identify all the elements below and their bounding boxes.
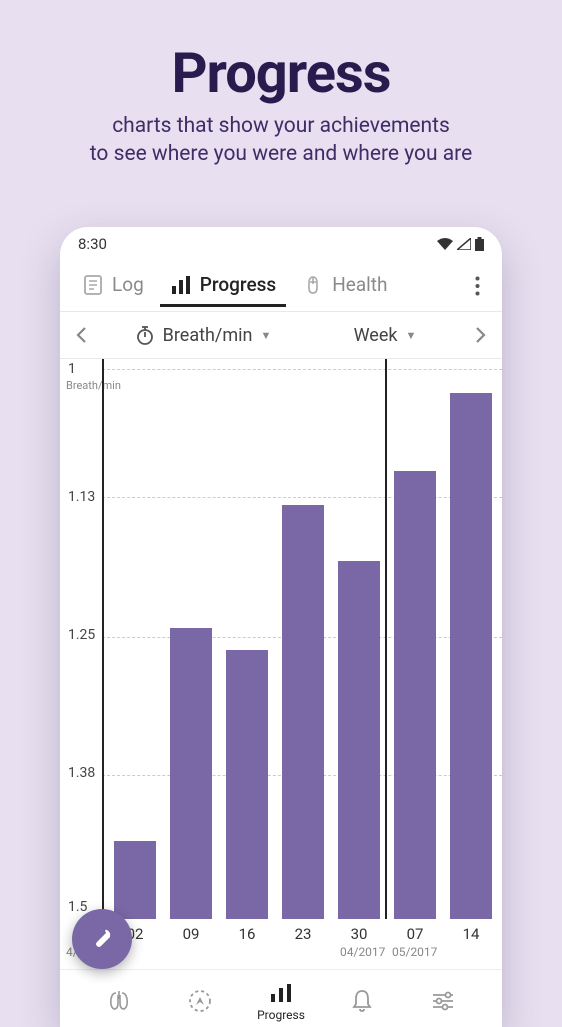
- tab-progress[interactable]: Progress: [160, 265, 286, 307]
- fab-button[interactable]: [72, 909, 132, 969]
- bar-chart-icon: [170, 274, 192, 296]
- nav-compass[interactable]: [159, 988, 240, 1014]
- status-time: 8:30: [78, 235, 107, 253]
- tab-health[interactable]: Health: [292, 265, 397, 307]
- chevron-left-icon: [75, 326, 87, 344]
- status-bar: 8:30: [60, 227, 502, 257]
- chart-area: 1 Breath/min 1.13 1.25 1.38 1.5: [60, 359, 502, 919]
- bar: [282, 505, 324, 919]
- hero-title: Progress: [0, 40, 562, 106]
- next-button[interactable]: [466, 320, 496, 350]
- nav-notifications[interactable]: [322, 988, 403, 1014]
- x-tick: 07: [394, 919, 436, 943]
- month-label: 04/2017: [340, 945, 385, 959]
- more-vert-icon: [475, 276, 480, 296]
- period-dropdown[interactable]: Week ▼: [310, 321, 460, 350]
- lungs-icon: [106, 988, 132, 1014]
- top-tabs: Log Progress Health: [60, 257, 502, 307]
- bar: [226, 650, 268, 919]
- chart-bars: [114, 359, 492, 919]
- y-axis-label: Breath/min: [66, 379, 121, 392]
- wifi-icon: [437, 238, 453, 250]
- period-label: Week: [354, 325, 398, 346]
- nav-progress[interactable]: Progress: [240, 980, 321, 1022]
- x-tick: 09: [170, 919, 212, 943]
- hero-subtitle: charts that show your achievements to se…: [0, 112, 562, 169]
- more-menu-button[interactable]: [465, 270, 490, 302]
- battery-icon: [475, 237, 484, 251]
- bar: [450, 393, 492, 919]
- y-tick: 1.5: [68, 899, 87, 915]
- wrench-icon: [89, 926, 115, 952]
- tab-health-label: Health: [332, 273, 387, 296]
- y-tick: 1: [68, 361, 76, 377]
- compass-icon: [187, 988, 213, 1014]
- bottom-nav: Progress: [60, 969, 502, 1027]
- prev-button[interactable]: [66, 320, 96, 350]
- x-tick: 16: [226, 919, 268, 943]
- stopwatch-icon: [135, 325, 155, 345]
- sliders-icon: [430, 988, 456, 1014]
- y-tick: 1.25: [68, 627, 95, 643]
- bar: [170, 628, 212, 919]
- metric-label: Breath/min: [163, 325, 253, 346]
- bar: [114, 841, 156, 919]
- nav-lungs[interactable]: [78, 988, 159, 1014]
- bell-icon: [349, 988, 375, 1014]
- x-tick: 23: [282, 919, 324, 943]
- caret-down-icon: ▼: [260, 329, 271, 342]
- tab-log[interactable]: Log: [72, 265, 154, 307]
- log-icon: [82, 274, 104, 296]
- tab-progress-label: Progress: [200, 273, 276, 296]
- nav-progress-label: Progress: [257, 1008, 305, 1022]
- bar-chart-icon: [268, 980, 294, 1006]
- phone-frame: 8:30 Log Progress Health: [60, 227, 502, 1027]
- metric-dropdown[interactable]: Breath/min ▼: [102, 321, 304, 350]
- selector-row: Breath/min ▼ Week ▼: [60, 311, 502, 359]
- chevron-right-icon: [475, 326, 487, 344]
- signal-icon: [457, 238, 471, 250]
- x-tick: 30: [338, 919, 380, 943]
- health-icon: [302, 274, 324, 296]
- bar: [394, 471, 436, 919]
- y-tick: 1.13: [68, 489, 95, 505]
- x-tick: 14: [450, 919, 492, 943]
- y-tick: 1.38: [68, 765, 95, 781]
- bar: [338, 561, 380, 919]
- status-icons: [437, 237, 484, 251]
- month-label: 05/2017: [392, 945, 437, 959]
- nav-settings[interactable]: [403, 988, 484, 1014]
- caret-down-icon: ▼: [406, 329, 417, 342]
- tab-log-label: Log: [112, 273, 144, 296]
